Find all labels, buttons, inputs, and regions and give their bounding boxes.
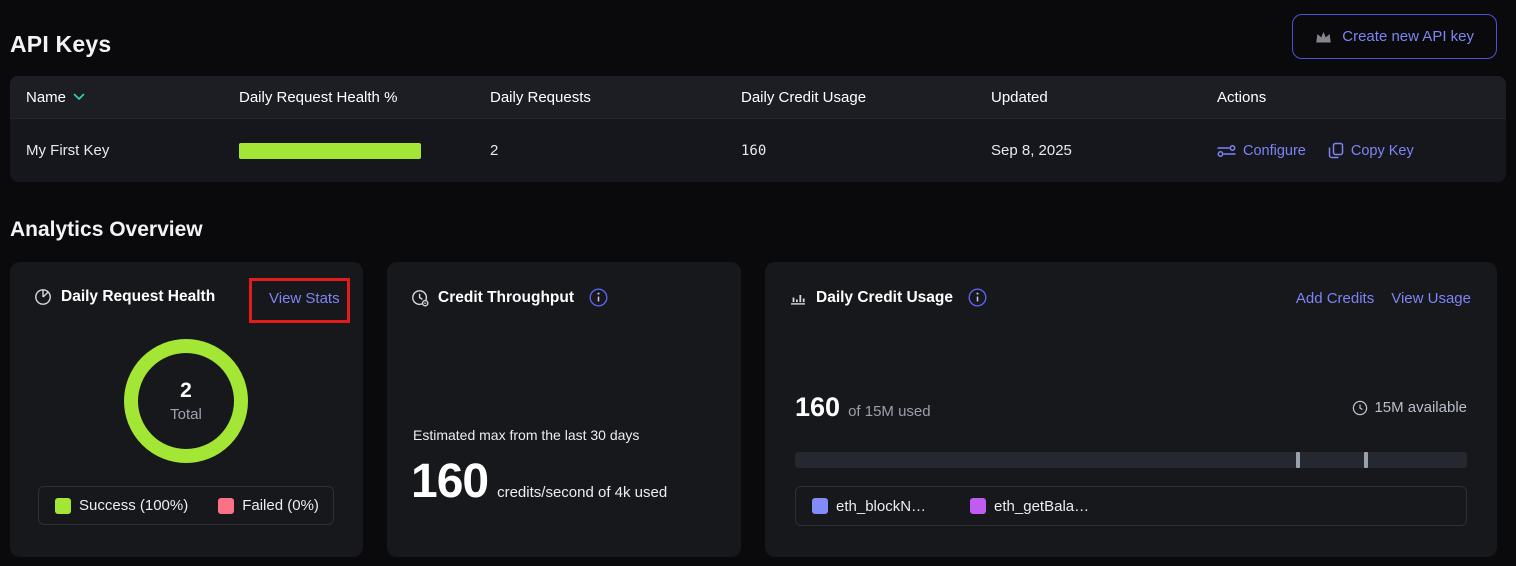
copy-key-label: Copy Key — [1351, 143, 1414, 159]
configure-button[interactable]: Configure — [1217, 143, 1306, 159]
health-bar — [239, 143, 421, 159]
daily-credit-usage-title: Daily Credit Usage — [816, 289, 953, 307]
column-header-updated: Updated — [991, 89, 1217, 106]
usage-summary-row: 160 of 15M used 15M available — [795, 392, 1467, 423]
health-cell — [239, 143, 490, 159]
page-title: API Keys — [10, 31, 111, 58]
legend-item-success: Success (100%) — [55, 497, 188, 514]
eth-getbalance-label: eth_getBala… — [994, 498, 1089, 515]
column-header-health: Daily Request Health % — [239, 89, 490, 106]
chevron-down-icon — [73, 93, 85, 101]
crown-icon — [1315, 29, 1332, 44]
create-api-key-button[interactable]: Create new API key — [1292, 14, 1497, 59]
analytics-overview-title: Analytics Overview — [10, 218, 203, 242]
eth-getbalance-swatch — [970, 498, 986, 514]
credit-usage-legend: eth_blockN… eth_getBala… — [795, 486, 1467, 526]
daily-requests-cell: 2 — [490, 142, 741, 159]
info-icon[interactable] — [589, 288, 608, 307]
column-header-name[interactable]: Name — [26, 89, 239, 106]
donut-total-label: Total — [170, 406, 202, 423]
copy-icon — [1328, 142, 1344, 159]
bar-chart-icon — [789, 289, 807, 307]
clock-icon — [1352, 400, 1368, 416]
create-api-key-label: Create new API key — [1342, 28, 1474, 45]
legend-item-eth-getbalance: eth_getBala… — [970, 498, 1089, 515]
table-row: My First Key 2 160 Sep 8, 2025 Configure… — [10, 118, 1506, 182]
credits-used-suffix: of 15M used — [848, 403, 931, 420]
credits-available: 15M available — [1352, 399, 1467, 416]
daily-request-health-card: Daily Request Health View Stats 2 Total … — [10, 262, 363, 557]
usage-bar-tick — [1296, 452, 1300, 468]
api-keys-table: Name Daily Request Health % Daily Reques… — [10, 76, 1506, 182]
daily-credit-usage-links: Add Credits View Usage — [1296, 290, 1471, 307]
donut-total-value: 2 — [180, 379, 192, 403]
daily-request-health-header: Daily Request Health — [34, 288, 215, 306]
column-header-credit-usage: Daily Credit Usage — [741, 89, 991, 106]
column-header-requests: Daily Requests — [490, 89, 741, 106]
dashboard-page: API Keys Create new API key Name Daily R… — [0, 0, 1516, 566]
eth-blocknumber-swatch — [812, 498, 828, 514]
credits-used-value: 160 — [795, 392, 840, 423]
info-icon[interactable] — [968, 288, 987, 307]
view-stats-link[interactable]: View Stats — [269, 290, 340, 307]
throughput-suffix: credits/second of 4k used — [497, 484, 667, 501]
success-swatch — [55, 498, 71, 514]
view-usage-link[interactable]: View Usage — [1391, 290, 1471, 307]
analytics-cards: Daily Request Health View Stats 2 Total … — [10, 262, 1497, 557]
throughput-value-row: 160 credits/second of 4k used — [411, 454, 667, 509]
clock-icon — [411, 289, 429, 307]
success-label: Success (100%) — [79, 497, 188, 514]
pie-chart-icon — [34, 288, 52, 306]
actions-cell: Configure Copy Key — [1217, 142, 1506, 159]
request-health-donut-chart: 2 Total — [124, 339, 248, 463]
credit-throughput-card: Credit Throughput Estimated max from the… — [387, 262, 741, 557]
copy-key-button[interactable]: Copy Key — [1328, 142, 1414, 159]
failed-label: Failed (0%) — [242, 497, 319, 514]
credit-throughput-header: Credit Throughput — [411, 288, 608, 307]
column-header-name-label: Name — [26, 89, 66, 106]
throughput-subtitle: Estimated max from the last 30 days — [413, 427, 639, 443]
key-name-cell: My First Key — [26, 142, 239, 159]
eth-blocknumber-label: eth_blockN… — [836, 498, 926, 515]
daily-credit-usage-card: Daily Credit Usage Add Credits View Usag… — [765, 262, 1497, 557]
request-health-legend: Success (100%) Failed (0%) — [38, 486, 334, 525]
table-header-row: Name Daily Request Health % Daily Reques… — [10, 76, 1506, 118]
configure-label: Configure — [1243, 143, 1306, 159]
legend-item-failed: Failed (0%) — [218, 497, 319, 514]
failed-swatch — [218, 498, 234, 514]
daily-credit-usage-header: Daily Credit Usage — [789, 288, 987, 307]
column-header-actions: Actions — [1217, 89, 1506, 106]
daily-credit-usage-cell: 160 — [741, 143, 991, 159]
daily-request-health-title: Daily Request Health — [61, 288, 215, 306]
credit-throughput-title: Credit Throughput — [438, 289, 574, 307]
usage-bar-tick — [1364, 452, 1368, 468]
updated-cell: Sep 8, 2025 — [991, 142, 1217, 159]
legend-item-eth-blocknumber: eth_blockN… — [812, 498, 926, 515]
sliders-icon — [1217, 143, 1236, 159]
credit-usage-progress-bar — [795, 452, 1467, 468]
credits-available-label: 15M available — [1374, 399, 1467, 416]
add-credits-link[interactable]: Add Credits — [1296, 290, 1374, 307]
throughput-value: 160 — [411, 454, 488, 509]
